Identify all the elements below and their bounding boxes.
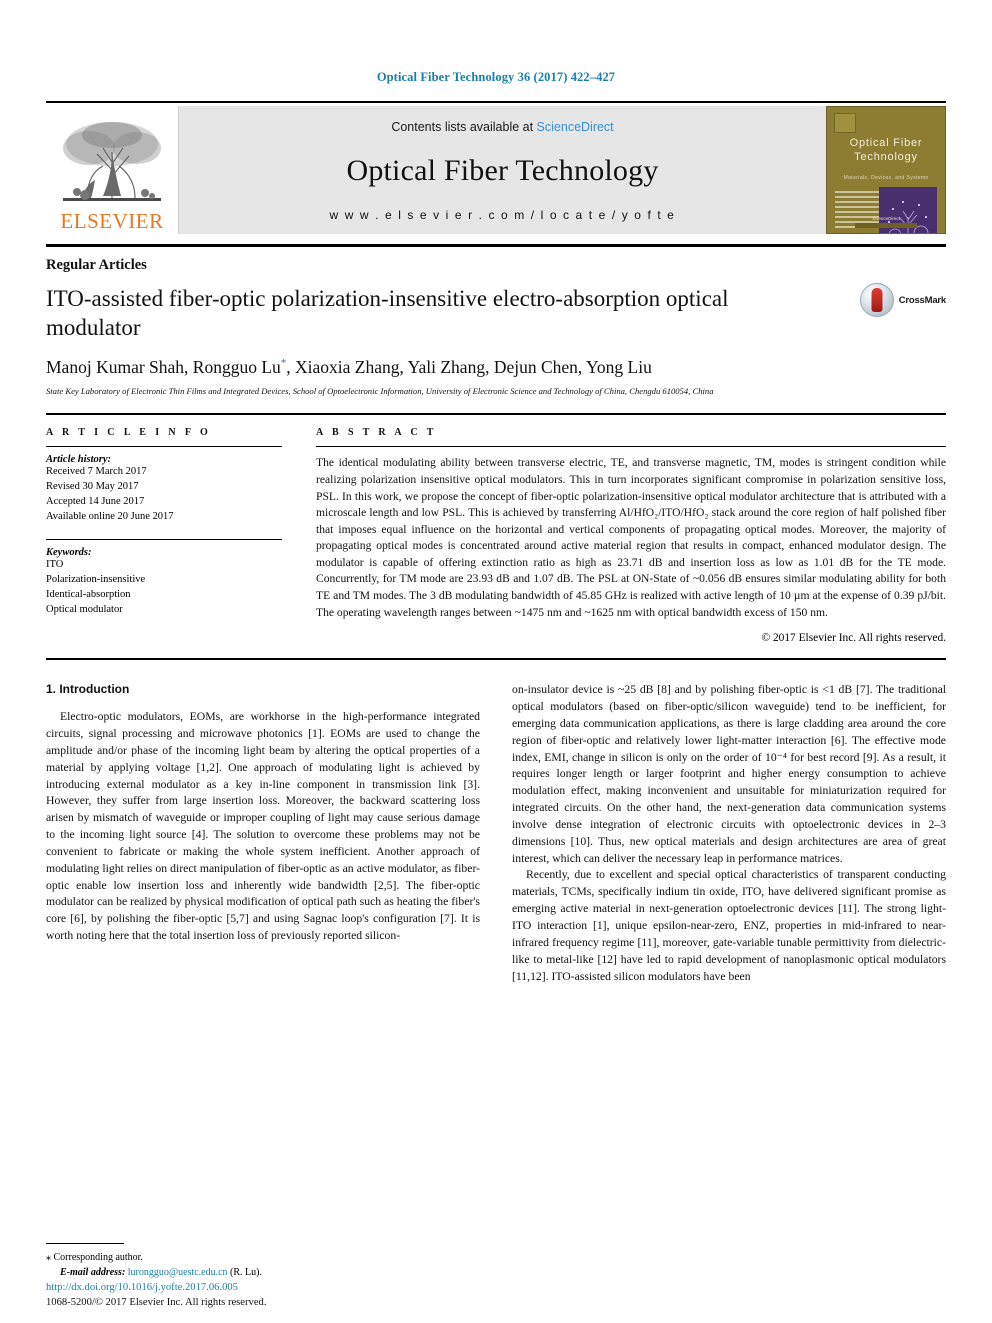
keyword-item: Polarization-insensitive	[46, 573, 146, 585]
cover-footer: ScienceDirect	[827, 216, 945, 228]
keyword-item: Identical-absorption	[46, 588, 131, 600]
body-right-column: on-insulator device is ~25 dB [8] and by…	[512, 682, 946, 985]
authors-after-star: , Xiaoxia Zhang, Yali Zhang, Dejun Chen,…	[286, 356, 652, 377]
authors-before-star: Manoj Kumar Shah, Rongguo Lu	[46, 356, 281, 377]
author-list: Manoj Kumar Shah, Rongguo Lu*, Xiaoxia Z…	[46, 357, 946, 378]
paragraph: Recently, due to excellent and special o…	[512, 868, 946, 983]
article-info-rule	[46, 446, 282, 448]
email-label: E-mail address:	[60, 1267, 126, 1278]
body-columns: 1. Introduction Electro-optic modulators…	[46, 682, 946, 985]
paper-page: Optical Fiber Technology 36 (2017) 422–4…	[0, 0, 992, 1323]
keyword-item: ITO	[46, 559, 64, 571]
crossmark-label: CrossMark	[898, 294, 947, 306]
running-head: Optical Fiber Technology 36 (2017) 422–4…	[376, 70, 616, 84]
cover-title: Optical Fiber Technology	[827, 137, 945, 165]
journal-homepage-url[interactable]: w w w . e l s e v i e r . c o m / l o c …	[330, 208, 676, 222]
abstract-column: A B S T R A C T The identical modulating…	[316, 427, 946, 644]
paragraph: Electro-optic modulators, EOMs, are work…	[46, 710, 480, 943]
keywords-rule	[46, 539, 282, 541]
cover-subtitle: Materials, Devices, and Systems	[843, 175, 929, 181]
corresponding-author-note: ⁎ Corresponding author.	[46, 1250, 468, 1265]
elsevier-tree-icon	[63, 122, 161, 201]
corresponding-star: ⁎	[46, 1252, 51, 1263]
abstract-copyright: © 2017 Elsevier Inc. All rights reserved…	[761, 632, 946, 645]
crossmark-badge[interactable]: CrossMark	[859, 283, 947, 317]
paragraph: on-insulator device is ~25 dB [8] and by…	[512, 683, 946, 865]
doi-link[interactable]: http://dx.doi.org/10.1016/j.yofte.2017.0…	[46, 1281, 476, 1296]
journal-masthead: ELSEVIER Contents lists available at Sci…	[46, 101, 946, 234]
article-info-column: A R T I C L E I N F O Article history: R…	[46, 427, 282, 644]
journal-cover-thumbnail: Optical Fiber Technology Materials, Devi…	[826, 106, 946, 234]
email-suffix: (R. Lu).	[230, 1267, 262, 1278]
masthead-bottom-rule	[46, 244, 946, 247]
crossmark-icon	[859, 283, 894, 317]
corresponding-text: Corresponding author.	[53, 1252, 143, 1263]
cover-title-line1: Optical Fiber	[849, 137, 923, 149]
history-received: Received 7 March 2017	[46, 466, 147, 478]
footnote-block: ⁎ Corresponding author. E-mail address: …	[46, 1243, 468, 1280]
contents-available-line: Contents lists available at ScienceDirec…	[391, 120, 613, 134]
article-type-kicker: Regular Articles	[46, 257, 147, 273]
elsevier-logo: ELSEVIER	[46, 106, 179, 234]
issn-copyright-line: 1068-5200/© 2017 Elsevier Inc. All right…	[46, 1297, 267, 1309]
cover-publisher-badge	[834, 113, 856, 133]
page-title: ITO-assisted fiber-optic polarization-in…	[46, 286, 729, 340]
title-block: Regular Articles ITO-assisted fiber-opti…	[46, 257, 946, 343]
cover-footer-text: ScienceDirect	[872, 216, 900, 221]
email-link[interactable]: lurongguo@uestc.edu.cn	[128, 1267, 228, 1278]
section-heading-introduction: 1. Introduction	[46, 682, 130, 697]
abstract-text: The identical modulating ability between…	[316, 456, 946, 619]
body-left-column: 1. Introduction Electro-optic modulators…	[46, 682, 480, 985]
article-info-heading: A R T I C L E I N F O	[46, 427, 212, 439]
info-abstract-row: A R T I C L E I N F O Article history: R…	[46, 427, 946, 644]
elsevier-wordmark: ELSEVIER	[60, 209, 164, 233]
keyword-item: Optical modulator	[46, 603, 123, 615]
article-history-label: Article history:	[46, 454, 112, 466]
contents-prefix: Contents lists available at	[391, 120, 537, 134]
sciencedirect-link[interactable]: ScienceDirect	[537, 120, 614, 134]
affiliation: State Key Laboratory of Electronic Thin …	[46, 385, 714, 396]
journal-title: Optical Fiber Technology	[346, 154, 659, 187]
abstract-rule	[316, 446, 946, 448]
abstract-bottom-rule	[46, 658, 946, 661]
history-accepted: Accepted 14 June 2017	[46, 496, 145, 508]
footnote-rule	[46, 1243, 124, 1244]
abstract-heading: A B S T R A C T	[316, 427, 437, 439]
email-note: E-mail address: lurongguo@uestc.edu.cn (…	[60, 1265, 468, 1280]
masthead-center: Contents lists available at ScienceDirec…	[179, 106, 826, 234]
doi-block: http://dx.doi.org/10.1016/j.yofte.2017.0…	[46, 1281, 476, 1311]
keywords-label: Keywords:	[46, 547, 92, 559]
info-top-rule	[46, 413, 946, 416]
history-available-online: Available online 20 June 2017	[46, 511, 174, 523]
history-revised: Revised 30 May 2017	[46, 481, 139, 493]
cover-title-line2: Technology	[854, 150, 918, 163]
